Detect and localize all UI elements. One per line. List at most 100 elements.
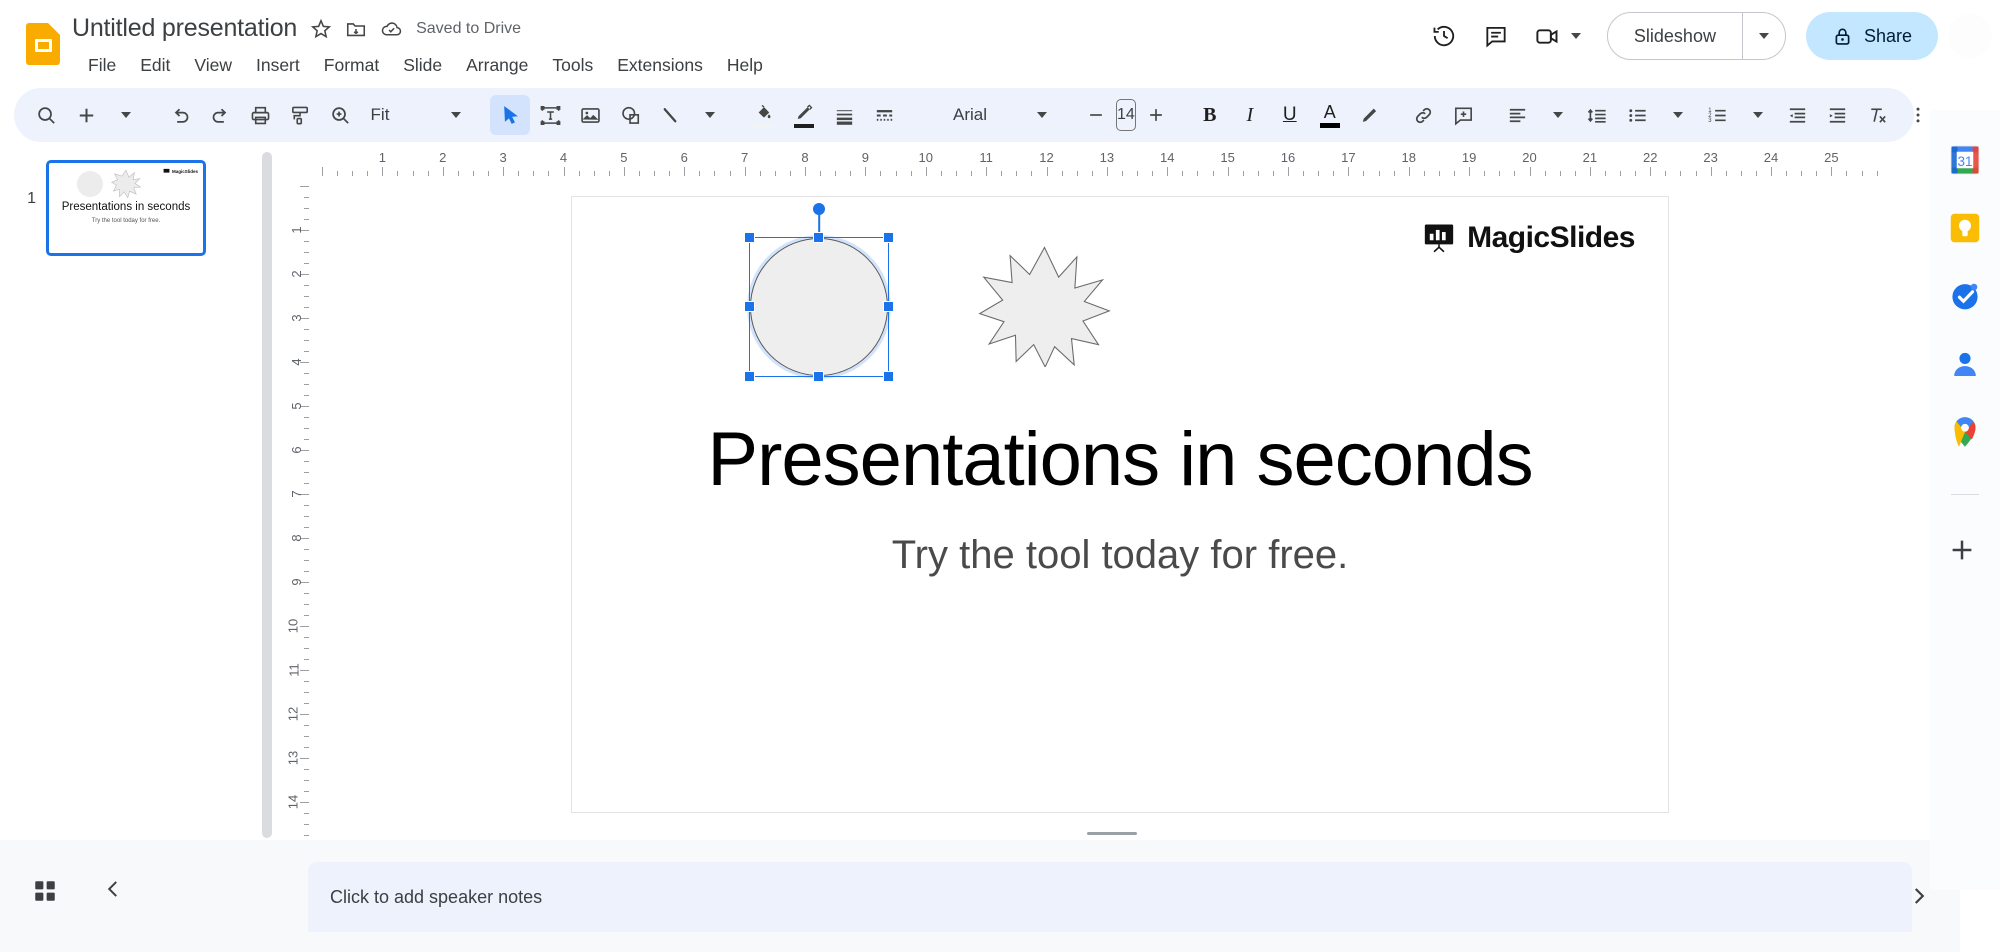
star-icon[interactable] <box>310 18 332 40</box>
zoom-level-label[interactable]: Fit <box>360 95 400 135</box>
chevron-down-icon[interactable] <box>1571 33 1581 39</box>
google-contacts-icon[interactable] <box>1947 346 1983 382</box>
google-tasks-icon[interactable] <box>1947 278 1983 314</box>
slide-thumbnail[interactable]: MagicSlides Presentations in seconds Try… <box>46 160 206 256</box>
document-title[interactable]: Untitled presentation <box>72 14 297 43</box>
align-icon[interactable] <box>1498 95 1538 135</box>
rotation-handle[interactable] <box>813 203 825 215</box>
line-spacing-icon[interactable] <box>1578 95 1618 135</box>
menu-tools[interactable]: Tools <box>540 52 605 79</box>
insert-link-icon[interactable] <box>1404 95 1444 135</box>
numbered-list-icon[interactable]: 1 2 3 <box>1698 95 1738 135</box>
slide-title[interactable]: Presentations in seconds <box>572 422 1668 498</box>
add-comment-icon[interactable] <box>1444 95 1484 135</box>
border-dash-icon[interactable] <box>864 95 904 135</box>
ruler-label: 11 <box>979 150 993 165</box>
decrease-indent-icon[interactable] <box>1778 95 1818 135</box>
ruler-label: 20 <box>1522 150 1536 165</box>
menu-arrange[interactable]: Arrange <box>454 52 540 79</box>
resize-handle-sw[interactable] <box>744 371 755 382</box>
align-dropdown-icon[interactable] <box>1538 95 1578 135</box>
zoom-dropdown-icon[interactable] <box>436 95 476 135</box>
ruler-tick <box>1167 167 1168 176</box>
bold-button[interactable]: B <box>1190 95 1230 135</box>
bulleted-list-icon[interactable] <box>1618 95 1658 135</box>
slide-subtitle[interactable]: Try the tool today for free. <box>572 533 1668 578</box>
cursor-select-icon[interactable] <box>490 95 530 135</box>
chevron-right-icon[interactable] <box>1906 883 1932 914</box>
avatar[interactable] <box>1948 14 1992 58</box>
ruler-tick <box>322 167 323 176</box>
comment-icon[interactable] <box>1473 13 1519 59</box>
speaker-notes-input[interactable]: Click to add speaker notes <box>308 862 1912 932</box>
add-slide-dropdown-icon[interactable] <box>106 95 146 135</box>
cloud-saved-icon[interactable] <box>380 17 403 40</box>
menu-help[interactable]: Help <box>715 52 775 79</box>
search-icon[interactable] <box>26 95 66 135</box>
grid-view-icon[interactable] <box>32 878 58 909</box>
google-keep-icon[interactable] <box>1947 210 1983 246</box>
highlight-icon[interactable] <box>1350 95 1390 135</box>
horizontal-ruler[interactable]: 1234567891011121314151617181920212223242… <box>308 150 1914 176</box>
add-slide-icon[interactable] <box>66 95 106 135</box>
slideshow-group: Slideshow <box>1607 12 1786 60</box>
menu-file[interactable]: File <box>76 52 128 79</box>
redo-icon[interactable] <box>200 95 240 135</box>
decrease-font-size-button[interactable] <box>1076 95 1116 135</box>
line-dropdown-icon[interactable] <box>690 95 730 135</box>
version-history-icon[interactable] <box>1421 13 1467 59</box>
chevron-left-icon[interactable] <box>100 876 126 907</box>
clear-formatting-icon[interactable] <box>1858 95 1898 135</box>
italic-button[interactable]: I <box>1230 95 1270 135</box>
slideshow-button[interactable]: Slideshow <box>1608 13 1742 59</box>
underline-button[interactable]: U <box>1270 95 1310 135</box>
resize-handle-se[interactable] <box>883 371 894 382</box>
menu-edit[interactable]: Edit <box>128 52 182 79</box>
text-box-icon[interactable] <box>530 95 570 135</box>
font-size-input[interactable]: 14 <box>1116 99 1136 131</box>
menu-extensions[interactable]: Extensions <box>605 52 715 79</box>
save-status: Saved to Drive <box>416 20 521 38</box>
paint-format-icon[interactable] <box>280 95 320 135</box>
font-family-dropdown-icon[interactable] <box>1022 95 1062 135</box>
share-button[interactable]: Share <box>1806 12 1938 60</box>
video-call-button[interactable] <box>1525 13 1585 59</box>
menu-format[interactable]: Format <box>312 52 391 79</box>
numbered-list-dropdown-icon[interactable] <box>1738 95 1778 135</box>
menu-insert[interactable]: Insert <box>244 52 312 79</box>
video-call-icon[interactable] <box>1525 13 1571 59</box>
text-color-button[interactable]: A <box>1310 95 1350 135</box>
ruler-label: 17 <box>1341 150 1355 165</box>
resize-handle-ne[interactable] <box>883 232 894 243</box>
move-to-folder-icon[interactable] <box>345 18 367 40</box>
filmstrip-scrollbar[interactable] <box>262 152 272 838</box>
google-slides-icon[interactable] <box>22 22 64 64</box>
font-family-selector[interactable]: Arial <box>918 95 1022 135</box>
add-addon-icon[interactable] <box>1947 535 1983 571</box>
explosion-star-shape[interactable] <box>977 242 1112 367</box>
shape-icon[interactable] <box>610 95 650 135</box>
print-icon[interactable] <box>240 95 280 135</box>
border-color-icon[interactable] <box>784 95 824 135</box>
svg-text:31: 31 <box>1957 154 1972 169</box>
resize-handle-nw[interactable] <box>744 232 755 243</box>
slideshow-dropdown-button[interactable] <box>1743 13 1785 59</box>
slide-canvas[interactable]: MagicSlides Presentations in seconds Try… <box>571 196 1669 813</box>
google-calendar-icon[interactable]: 31 <box>1947 142 1983 178</box>
fill-color-icon[interactable] <box>744 95 784 135</box>
vertical-ruler[interactable]: 1234567891011121314 <box>283 176 309 840</box>
insert-image-icon[interactable] <box>570 95 610 135</box>
undo-icon[interactable] <box>160 95 200 135</box>
line-icon[interactable] <box>650 95 690 135</box>
border-weight-icon[interactable] <box>824 95 864 135</box>
increase-font-size-button[interactable] <box>1136 95 1176 135</box>
increase-indent-icon[interactable] <box>1818 95 1858 135</box>
notes-resize-handle[interactable] <box>1087 832 1137 835</box>
menu-view[interactable]: View <box>182 52 244 79</box>
ellipse-shape[interactable] <box>750 238 888 376</box>
menu-slide[interactable]: Slide <box>391 52 454 79</box>
bulleted-list-dropdown-icon[interactable] <box>1658 95 1698 135</box>
zoom-icon[interactable] <box>320 95 360 135</box>
filmstrip-slide-1[interactable]: 1 MagicSlides Presentations in seconds T… <box>14 160 206 256</box>
google-maps-icon[interactable] <box>1947 414 1983 450</box>
